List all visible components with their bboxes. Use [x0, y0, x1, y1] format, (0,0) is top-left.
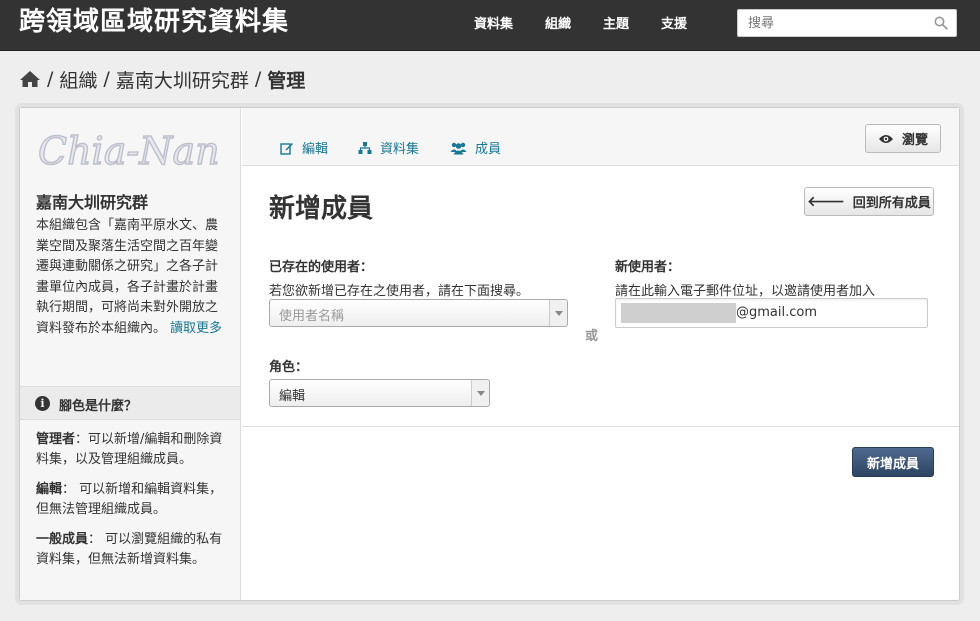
nav-topics[interactable]: 主題 — [603, 16, 629, 34]
existing-user-label: 已存在的使用者： — [269, 260, 374, 275]
sitemap-icon — [358, 141, 372, 154]
email-field[interactable]: @gmail.com — [615, 298, 928, 328]
redacted-text — [621, 303, 736, 323]
sidebar: Chia-Nan 嘉南大圳研究群 本組織包含「嘉南平原水文、農業空間及聚落生活空… — [20, 108, 241, 600]
tab-bar: 編輯 資料集 成員 瀏覽 — [242, 108, 959, 166]
users-icon — [450, 142, 467, 154]
search-input[interactable] — [738, 10, 918, 36]
roles-heading: i 腳色是什麼？ — [20, 386, 240, 420]
breadcrumb-separator: / — [47, 68, 54, 90]
role-admin: 管理者：可以新增/編輯和刪除資料集，以及管理組織成員。 — [36, 432, 223, 467]
search-box — [737, 9, 957, 37]
breadcrumb-manage[interactable]: 管理 — [267, 66, 305, 93]
role-editor: 編輯： 可以新增和編輯資料集，但無法管理組織成員。 — [36, 482, 223, 517]
roles-list: 管理者：可以新增/編輯和刪除資料集，以及管理組織成員。 編輯： 可以新增和編輯資… — [36, 430, 228, 580]
nav-organizations[interactable]: 組織 — [545, 16, 571, 34]
or-text: 或 — [585, 329, 599, 344]
edit-icon — [280, 142, 293, 155]
roles-title: 腳色是什麼？ — [59, 399, 138, 414]
site-title[interactable]: 跨領域區域研究資料集 — [19, 5, 289, 39]
tab-edit[interactable]: 編輯 — [280, 138, 328, 157]
main-nav: 資料集 組織 主題 支援 — [474, 16, 719, 34]
chevron-down-icon — [471, 380, 489, 406]
form-divider — [242, 426, 959, 427]
preview-button[interactable]: 瀏覽 — [865, 124, 941, 153]
info-icon: i — [35, 396, 50, 411]
masthead: 跨領域區域研究資料集 資料集 組織 主題 支援 — [0, 0, 980, 51]
nav-support[interactable]: 支援 — [661, 16, 687, 34]
add-member-button[interactable]: 新增成員 — [852, 447, 934, 477]
role-member: 一般成員： 可以瀏覽組織的私有資料集，但無法新增資料集。 — [36, 532, 223, 567]
new-user-help: 請在此輸入電子郵件位址，以邀請使用者加入 — [615, 284, 876, 299]
org-description-text: 本組織包含「嘉南平原水文、農業空間及聚落生活空間之百年變遷與連動關係之研究」之各… — [36, 218, 219, 336]
page-title: 新增成員 — [269, 194, 374, 224]
role-label: 角色： — [269, 360, 309, 375]
org-logo-text: Chia-Nan — [38, 129, 220, 173]
breadcrumb-separator: / — [103, 68, 110, 90]
content-wrapper: Chia-Nan 嘉南大圳研究群 本組織包含「嘉南平原水文、農業空間及聚落生活空… — [19, 107, 960, 601]
tab-datasets[interactable]: 資料集 — [358, 138, 419, 157]
email-domain: @gmail.com — [736, 305, 818, 320]
chevron-down-icon — [549, 300, 567, 326]
breadcrumb: / 組織 / 嘉南大圳研究群 / 管理 — [19, 65, 305, 93]
home-icon[interactable] — [19, 70, 41, 88]
main-panel: 編輯 資料集 成員 瀏覽 新增成員 🡐 回到所有成員 已存在的使用者： 若您欲新… — [242, 108, 959, 600]
back-to-members-button[interactable]: 🡐 回到所有成員 — [804, 187, 934, 216]
existing-user-help: 若您欲新增已存在之使用者，請在下面搜尋。 — [269, 284, 530, 299]
arrow-left-icon: 🡐 — [807, 194, 845, 210]
breadcrumb-org[interactable]: 嘉南大圳研究群 — [116, 66, 249, 93]
eye-icon — [878, 134, 893, 143]
breadcrumb-organizations[interactable]: 組織 — [59, 66, 97, 93]
role-value: 編輯 — [279, 389, 306, 404]
new-user-label: 新使用者： — [615, 260, 681, 275]
read-more-link[interactable]: 讀取更多 — [170, 321, 222, 336]
org-logo[interactable]: Chia-Nan — [36, 120, 226, 180]
org-description: 本組織包含「嘉南平原水文、農業空間及聚落生活空間之百年變遷與連動關係之研究」之各… — [36, 216, 228, 339]
username-select[interactable]: 使用者名稱 — [269, 299, 568, 327]
username-placeholder: 使用者名稱 — [279, 309, 345, 324]
nav-datasets[interactable]: 資料集 — [474, 16, 513, 34]
tab-members[interactable]: 成員 — [450, 138, 501, 157]
role-select[interactable]: 編輯 — [269, 379, 490, 407]
breadcrumb-separator: / — [254, 68, 262, 90]
search-icon[interactable] — [934, 16, 948, 30]
org-name: 嘉南大圳研究群 — [36, 193, 149, 212]
